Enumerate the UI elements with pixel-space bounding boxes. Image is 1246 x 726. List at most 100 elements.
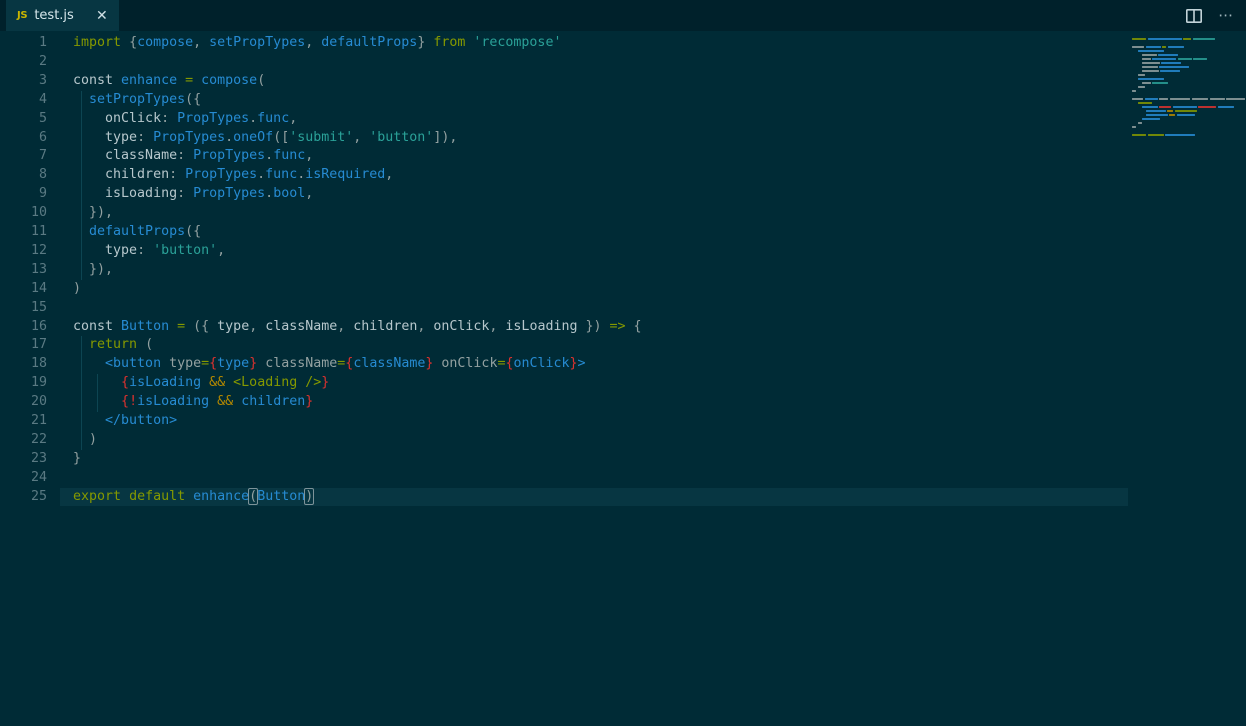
line-number: 13 xyxy=(0,261,47,280)
line-number: 10 xyxy=(0,204,47,223)
code-content[interactable]: 1 import {compose, setPropTypes, defaultP… xyxy=(0,31,1246,726)
code-token: isRequired xyxy=(305,167,385,182)
code-token: children xyxy=(353,319,417,334)
split-editor-icon[interactable] xyxy=(1183,5,1205,27)
code-token: ( xyxy=(145,337,153,352)
code-line[interactable]: 18 <button type={type} className={classN… xyxy=(0,355,1246,374)
minimap-token xyxy=(1226,98,1244,100)
code-token: func xyxy=(265,167,297,182)
indent-guide xyxy=(97,374,98,412)
code-line[interactable]: 17 return ( xyxy=(0,336,1246,355)
more-actions-icon[interactable]: ⋯ xyxy=(1215,5,1237,27)
code-line[interactable]: 19 {isLoading && <Loading />} xyxy=(0,374,1246,393)
code-token: func xyxy=(273,148,305,163)
line-text: import {compose, setPropTypes, defaultPr… xyxy=(73,34,561,53)
code-line[interactable]: 21 </button> xyxy=(0,412,1246,431)
minimap-token xyxy=(1158,54,1178,56)
split-editor-glyph xyxy=(1186,9,1202,23)
minimap-token xyxy=(1132,90,1136,92)
code-token xyxy=(193,73,201,88)
line-number: 1 xyxy=(0,34,47,53)
bracket-match: ) xyxy=(305,489,313,504)
code-token: className xyxy=(105,148,177,163)
code-token: . xyxy=(265,148,273,163)
code-token xyxy=(73,111,105,126)
minimap-token xyxy=(1138,86,1145,88)
code-token: ({ xyxy=(185,92,201,107)
code-line[interactable]: 14) xyxy=(0,280,1246,299)
code-line[interactable]: 22 ) xyxy=(0,431,1246,450)
code-line[interactable]: 6 type: PropTypes.oneOf(['submit', 'butt… xyxy=(0,129,1246,148)
code-token: default xyxy=(129,489,185,504)
code-line[interactable]: 12 type: 'button', xyxy=(0,242,1246,261)
line-number: 20 xyxy=(0,393,47,412)
code-line[interactable]: 16const Button = ({ type, className, chi… xyxy=(0,318,1246,337)
code-token: , xyxy=(289,111,297,126)
minimap-token xyxy=(1173,106,1197,108)
code-token: } xyxy=(570,356,578,371)
code-line[interactable]: 4 setPropTypes({ xyxy=(0,91,1246,110)
code-token xyxy=(121,489,129,504)
code-token: , xyxy=(305,148,313,163)
code-line[interactable]: 23} xyxy=(0,450,1246,469)
editor-actions: ⋯ xyxy=(1183,0,1246,31)
code-line[interactable]: 2 xyxy=(0,53,1246,72)
code-line[interactable]: 8 children: PropTypes.func.isRequired, xyxy=(0,166,1246,185)
minimap-token xyxy=(1142,70,1159,72)
minimap-token xyxy=(1146,46,1161,48)
code-line[interactable]: 25export default enhance(Button) xyxy=(0,488,1246,507)
code-token: } xyxy=(305,394,313,409)
close-icon[interactable]: ✕ xyxy=(94,8,110,24)
code-token: = xyxy=(185,73,193,88)
minimap-token xyxy=(1152,82,1168,84)
code-token: 'button' xyxy=(153,243,217,258)
code-token: PropTypes xyxy=(177,111,249,126)
code-line[interactable]: 15 xyxy=(0,299,1246,318)
minimap-token xyxy=(1148,134,1164,136)
code-token xyxy=(161,356,169,371)
bracket-match: ( xyxy=(249,489,257,504)
line-number: 17 xyxy=(0,336,47,355)
code-line[interactable]: 9 isLoading: PropTypes.bool, xyxy=(0,185,1246,204)
editor-tab-test-js[interactable]: JS test.js ✕ xyxy=(6,0,119,31)
code-line[interactable]: 20 {!isLoading && children} xyxy=(0,393,1246,412)
minimap[interactable] xyxy=(1128,31,1246,726)
code-line[interactable]: 1 import {compose, setPropTypes, defaultP… xyxy=(0,34,1246,53)
line-text: defaultProps({ xyxy=(73,223,201,242)
minimap-token xyxy=(1152,58,1176,60)
code-token: && xyxy=(217,394,233,409)
code-token: . xyxy=(249,111,257,126)
code-line[interactable]: 24 xyxy=(0,469,1246,488)
minimap-token xyxy=(1175,110,1197,112)
minimap-token xyxy=(1146,110,1166,112)
code-token xyxy=(73,148,105,163)
code-token: , xyxy=(249,319,265,334)
code-token: , xyxy=(337,319,353,334)
code-token xyxy=(73,243,105,258)
minimap-token xyxy=(1145,98,1158,100)
editor-viewport[interactable]: 1 import {compose, setPropTypes, defaultP… xyxy=(0,31,1246,726)
code-token: const xyxy=(73,319,113,334)
code-line[interactable]: 13 }), xyxy=(0,261,1246,280)
code-line[interactable]: 10 }), xyxy=(0,204,1246,223)
minimap-token xyxy=(1167,110,1173,112)
code-line[interactable]: 3const enhance = compose( xyxy=(0,72,1246,91)
code-token: defaultProps xyxy=(321,35,417,50)
code-token: type xyxy=(217,319,249,334)
minimap-token xyxy=(1138,122,1142,124)
code-token: type xyxy=(217,356,249,371)
line-text: } xyxy=(73,450,81,469)
code-line[interactable]: 11 defaultProps({ xyxy=(0,223,1246,242)
code-line[interactable]: 5 onClick: PropTypes.func, xyxy=(0,110,1246,129)
line-text: className: PropTypes.func, xyxy=(73,147,313,166)
minimap-token xyxy=(1178,58,1192,60)
code-token: bool xyxy=(273,186,305,201)
code-token: onClick xyxy=(441,356,497,371)
code-token xyxy=(137,337,145,352)
code-token: }), xyxy=(89,262,113,277)
code-token: setPropTypes xyxy=(89,92,185,107)
code-token: onClick xyxy=(105,111,161,126)
code-token: ({ xyxy=(193,319,217,334)
line-text: onClick: PropTypes.func, xyxy=(73,110,297,129)
code-line[interactable]: 7 className: PropTypes.func, xyxy=(0,147,1246,166)
